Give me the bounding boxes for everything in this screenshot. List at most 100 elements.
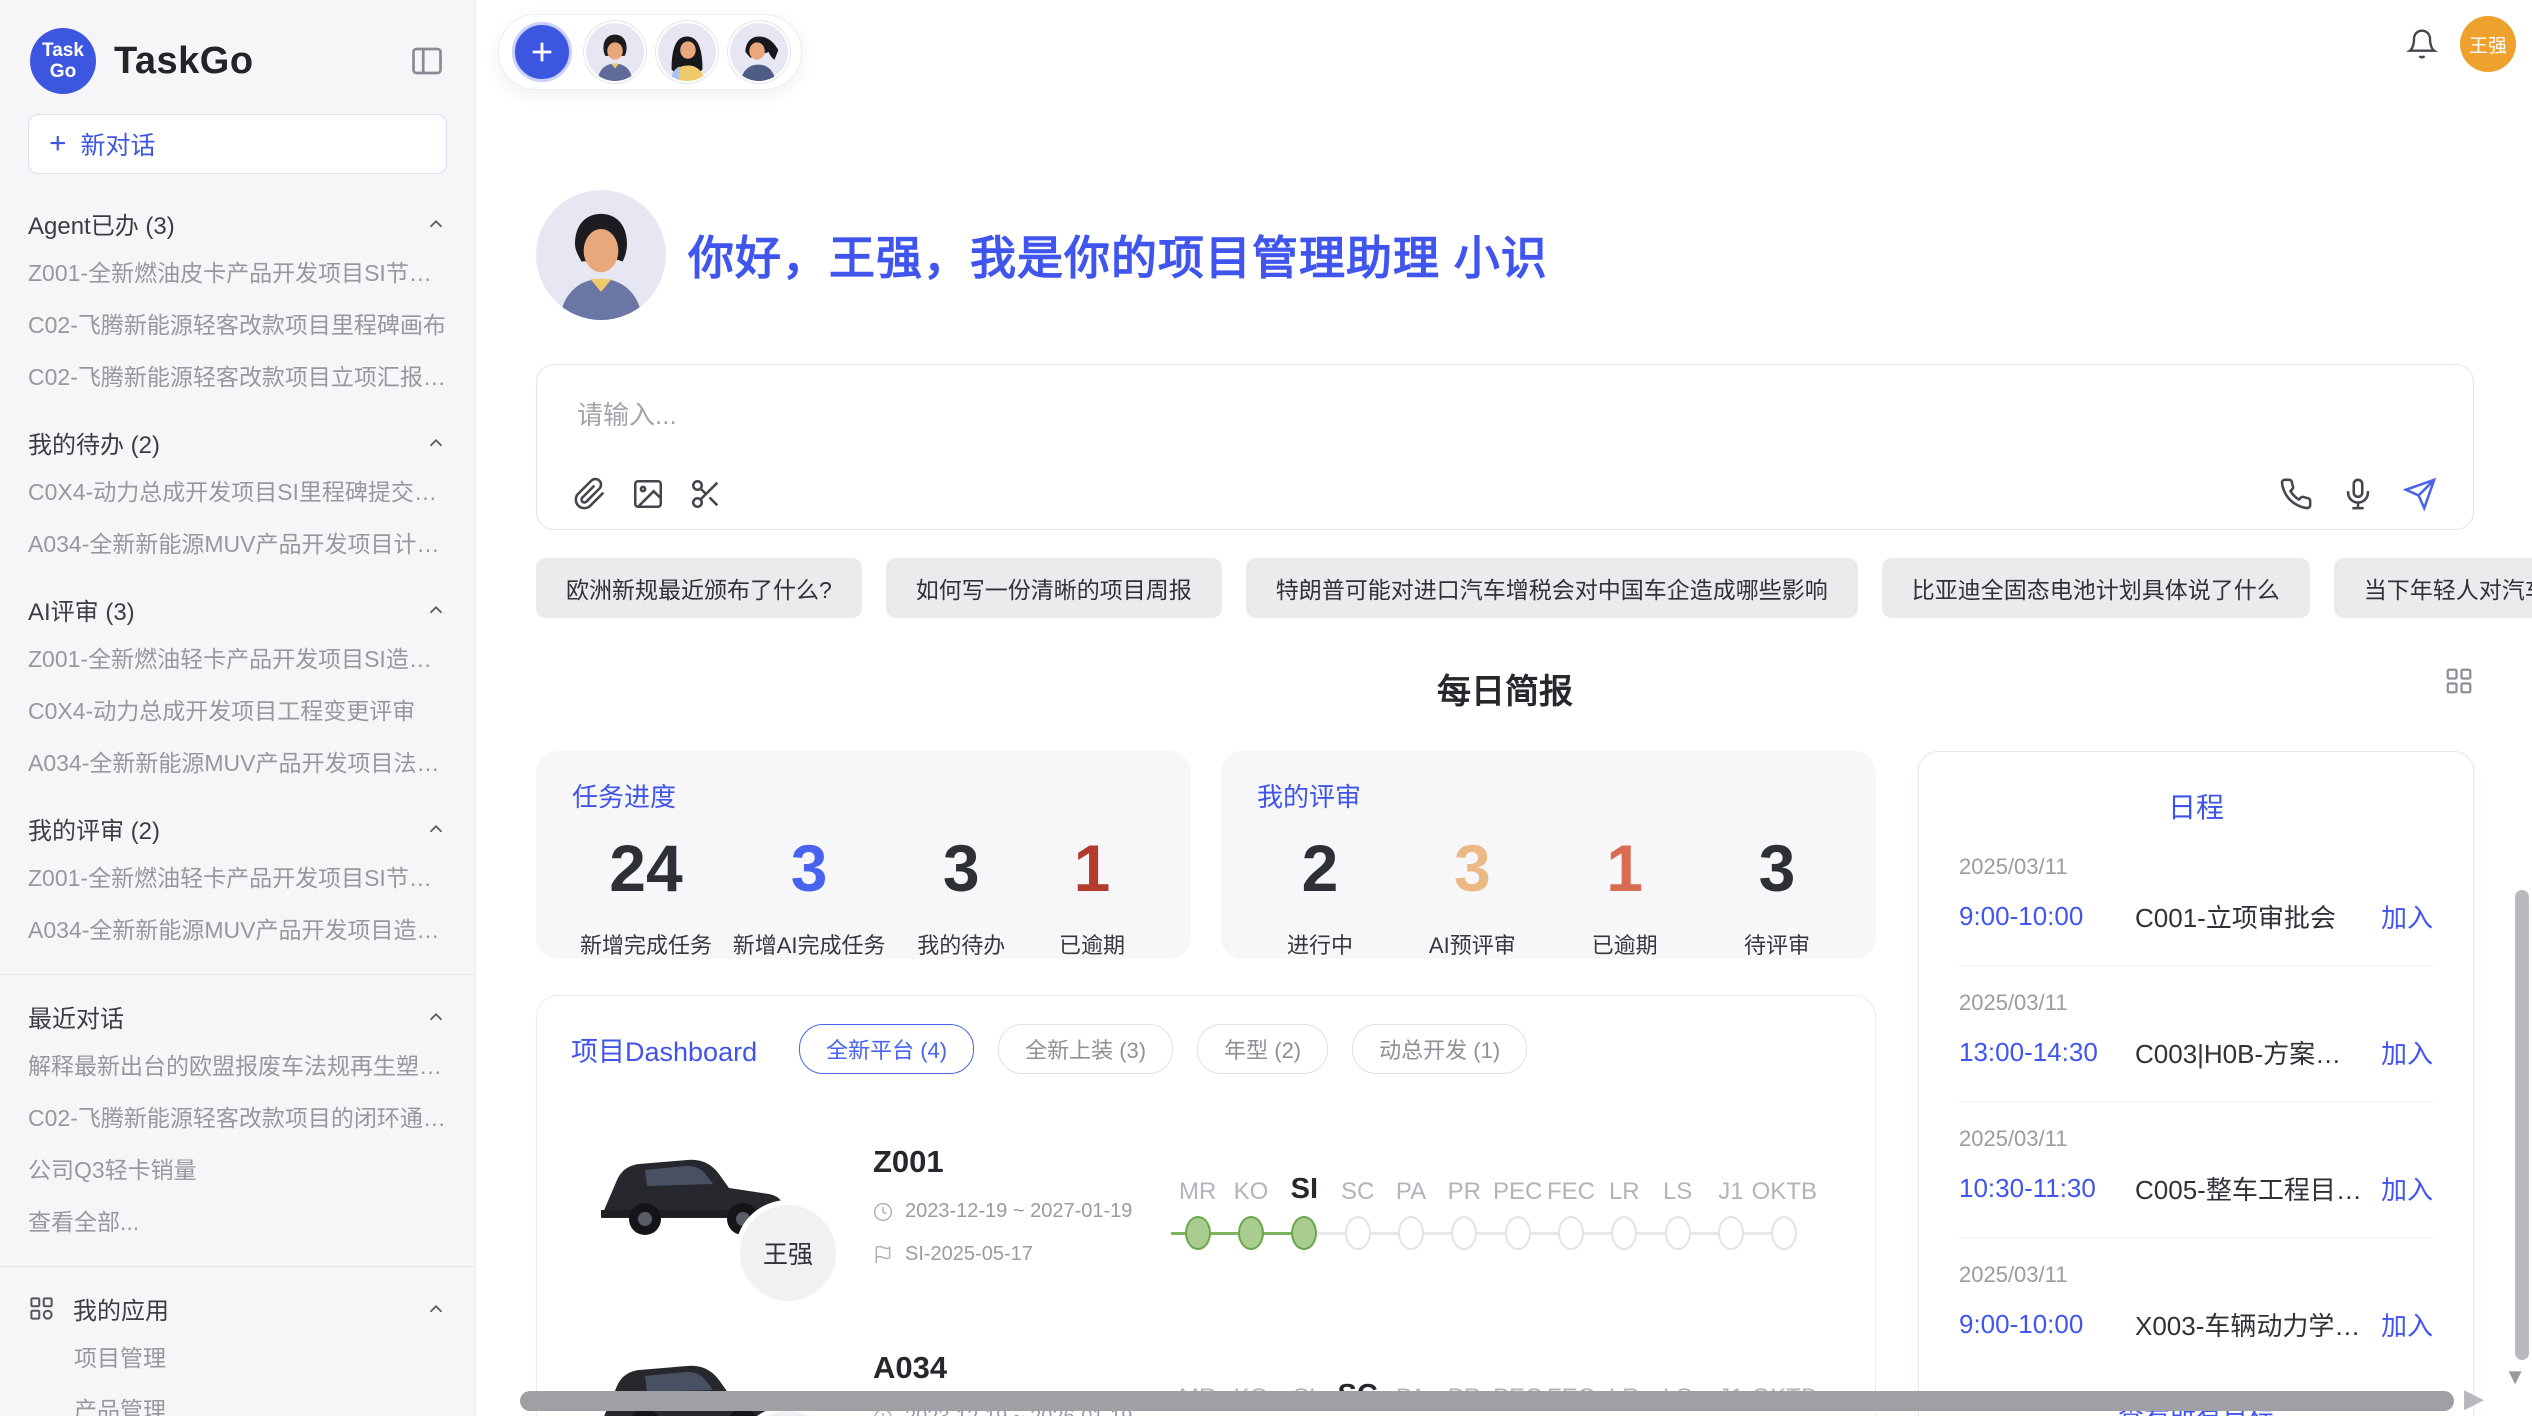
- stat: 24新增完成任务: [580, 830, 712, 960]
- recent-chat-item[interactable]: C02-飞腾新能源轻客改款项目的闭环通告反馈情况: [28, 1090, 447, 1142]
- milestone-dot[interactable]: [1611, 1216, 1637, 1250]
- app-item[interactable]: 项目管理: [28, 1330, 447, 1382]
- sidebar-item[interactable]: C0X4-动力总成开发项目工程变更评审: [28, 683, 447, 735]
- stat-value: 3: [733, 830, 886, 906]
- sidebar-item[interactable]: C0X4-动力总成开发项目SI里程碑提交物检查: [28, 464, 447, 516]
- sidebar-recent-section: 最近对话解释最新出台的欧盟报废车法规再生塑料比例被调至15%...C02-飞腾新…: [28, 999, 447, 1246]
- recent-chat-item[interactable]: 查看全部...: [28, 1194, 447, 1246]
- notification-bell-icon[interactable]: [2406, 28, 2438, 60]
- event-join-link[interactable]: 加入: [2381, 1170, 2433, 1207]
- microphone-icon[interactable]: [2341, 477, 2375, 511]
- milestone-label: PR: [1448, 1160, 1481, 1206]
- logo-text-top: Task: [42, 40, 84, 61]
- sidebar-item[interactable]: C02-飞腾新能源轻客改款项目立项汇报方案: [28, 349, 447, 401]
- attachment-icon[interactable]: [573, 477, 607, 511]
- phone-call-icon[interactable]: [2279, 477, 2313, 511]
- stat-value: 3: [906, 830, 1016, 906]
- project-flag-date: SI-2025-05-17: [873, 1243, 1155, 1266]
- stat-value: 24: [580, 830, 712, 906]
- sidebar-item[interactable]: A034-全新新能源MUV产品开发项目造型可行性评审: [28, 902, 447, 954]
- sidebar-section-title: 我的待办 (2): [28, 425, 160, 460]
- milestone-dot-row: [1438, 1210, 1491, 1256]
- horizontal-scrollbar-thumb[interactable]: [520, 1391, 2454, 1411]
- milestone-dot[interactable]: [1505, 1216, 1531, 1250]
- milestone-dot[interactable]: [1718, 1216, 1744, 1250]
- sidebar-section-header[interactable]: AI评审 (3): [28, 592, 447, 627]
- add-session-button[interactable]: [512, 22, 572, 82]
- milestone-dot[interactable]: [1398, 1216, 1424, 1250]
- event-join-link[interactable]: 加入: [2381, 1034, 2433, 1071]
- layout-grid-icon[interactable]: [2444, 666, 2474, 696]
- sidebar-item[interactable]: Z001-全新燃油皮卡产品开发项目SI节点Lesson Learn报告: [28, 245, 447, 297]
- new-chat-button[interactable]: + 新对话: [28, 114, 447, 174]
- event-row: 9:00-10:00C001-立项审批会加入: [1959, 898, 2433, 935]
- sidebar-section-header[interactable]: Agent已办 (3): [28, 206, 447, 241]
- dashboard-filter-chip[interactable]: 动总开发 (1): [1352, 1024, 1527, 1074]
- suggestion-chip[interactable]: 如何写一份清晰的项目周报: [886, 558, 1222, 618]
- milestone-dot[interactable]: [1771, 1216, 1797, 1250]
- milestone-dot[interactable]: [1185, 1216, 1211, 1250]
- recent-chat-item[interactable]: 解释最新出台的欧盟报废车法规再生塑料比例被调至15%...: [28, 1038, 447, 1090]
- event-join-link[interactable]: 加入: [2381, 898, 2433, 935]
- scroll-down-arrow-icon[interactable]: ▼: [2504, 1364, 2526, 1390]
- user-avatar[interactable]: 王强: [2460, 16, 2516, 72]
- chevron-up-icon: [425, 1006, 447, 1028]
- sidebar-item[interactable]: A034-全新新能源MUV产品开发项目法规符合性评审: [28, 735, 447, 787]
- chat-input[interactable]: [575, 393, 2435, 463]
- dashboard-header: 项目Dashboard 全新平台 (4)全新上装 (3)年型 (2)动总开发 (…: [571, 1024, 1841, 1074]
- sidebar-section-header[interactable]: 我的待办 (2): [28, 425, 447, 460]
- milestone-dot[interactable]: [1345, 1216, 1371, 1250]
- dashboard-filter-chip[interactable]: 全新平台 (4): [799, 1024, 974, 1074]
- milestone-dot[interactable]: [1291, 1216, 1317, 1250]
- dashboard-filter-chip[interactable]: 年型 (2): [1197, 1024, 1328, 1074]
- session-avatar-2[interactable]: [658, 23, 716, 81]
- event-join-link[interactable]: 加入: [2381, 1306, 2433, 1343]
- sidebar-section-header[interactable]: 最近对话: [28, 999, 447, 1034]
- event-name: C003|H0B-方案冻结评审: [2135, 1034, 2365, 1071]
- dashboard-filter-chip[interactable]: 全新上装 (3): [998, 1024, 1173, 1074]
- sidebar-item[interactable]: A034-全新新能源MUV产品开发项目计划变更表编写: [28, 516, 447, 568]
- sidebar-item[interactable]: C02-飞腾新能源轻客改款项目里程碑画布: [28, 297, 447, 349]
- suggestion-chip[interactable]: 欧洲新规最近颁布了什么?: [536, 558, 862, 618]
- app-item[interactable]: 产品管理: [28, 1382, 447, 1416]
- dashboard-projects: 王强Z0012023-12-19 ~ 2027-01-19SI-2025-05-…: [571, 1130, 1841, 1416]
- sidebar-collapse-icon[interactable]: [409, 43, 445, 79]
- schedule-event: 2025/03/1113:00-14:30C003|H0B-方案冻结评审加入: [1959, 966, 2433, 1102]
- milestone-dot-row: [1704, 1210, 1757, 1256]
- milestone-dot[interactable]: [1558, 1216, 1584, 1250]
- stat: 3我的待办: [906, 830, 1016, 960]
- sidebar-section: AI评审 (3) Z001-全新燃油轻卡产品开发项目SI造型提交物评审C0X4-动…: [28, 592, 447, 787]
- stat-value: 3: [1417, 830, 1527, 906]
- my-apps-title-row: 我的应用: [28, 1291, 169, 1326]
- project-row[interactable]: 王强Z0012023-12-19 ~ 2027-01-19SI-2025-05-…: [571, 1130, 1841, 1280]
- session-avatar-3[interactable]: [730, 23, 788, 81]
- suggestion-chips: 欧洲新规最近颁布了什么? 如何写一份清晰的项目周报特朗普可能对进口汽车增税会对中国…: [536, 558, 2474, 618]
- suggestion-chip[interactable]: 特朗普可能对进口汽车增税会对中国车企造成哪些影响: [1246, 558, 1858, 618]
- milestone-label: SC: [1341, 1160, 1374, 1206]
- milestone-dot[interactable]: [1451, 1216, 1477, 1250]
- sidebar-item[interactable]: Z001-全新燃油轻卡产品开发项目SI节点属性5D文件评审: [28, 850, 447, 902]
- my-apps-title: 我的应用: [73, 1291, 169, 1326]
- image-icon[interactable]: [631, 477, 665, 511]
- stat: 3新增AI完成任务: [733, 830, 886, 960]
- plus-icon: [528, 38, 556, 66]
- milestone-dot[interactable]: [1238, 1216, 1264, 1250]
- my-apps-header[interactable]: 我的应用: [28, 1291, 447, 1326]
- project-code: Z001: [873, 1144, 1155, 1180]
- task-progress-stats: 24新增完成任务3新增AI完成任务3我的待办1已逾期: [572, 830, 1155, 960]
- main-area: 王强 你好，王强，我是你的项目管理助理 小识 欧洲新规最近颁布了什么? 如何写一份…: [476, 0, 2532, 1416]
- sidebar-section-header[interactable]: 我的评审 (2): [28, 811, 447, 846]
- sidebar-item[interactable]: Z001-全新燃油轻卡产品开发项目SI造型提交物评审: [28, 631, 447, 683]
- new-chat-label: 新对话: [81, 126, 156, 162]
- event-name: C005-整车工程目标评审: [2135, 1170, 2365, 1207]
- recent-chat-item[interactable]: 公司Q3轻卡销量: [28, 1142, 447, 1194]
- suggestion-chip[interactable]: 比亚迪全固态电池计划具体说了什么: [1882, 558, 2310, 618]
- suggestion-chip[interactable]: 当下年轻人对汽车外观有怎样的喜好趋势: [2334, 558, 2532, 618]
- scroll-right-arrow-icon[interactable]: ▶: [2464, 1383, 2484, 1414]
- session-avatar-1[interactable]: [586, 23, 644, 81]
- milestone-dot[interactable]: [1665, 1216, 1691, 1250]
- greeting-text: 你好，王强，我是你的项目管理助理 小识: [688, 222, 1548, 288]
- vertical-scrollbar-thumb[interactable]: [2515, 890, 2529, 1360]
- scissors-icon[interactable]: [689, 477, 723, 511]
- send-icon[interactable]: [2403, 477, 2437, 511]
